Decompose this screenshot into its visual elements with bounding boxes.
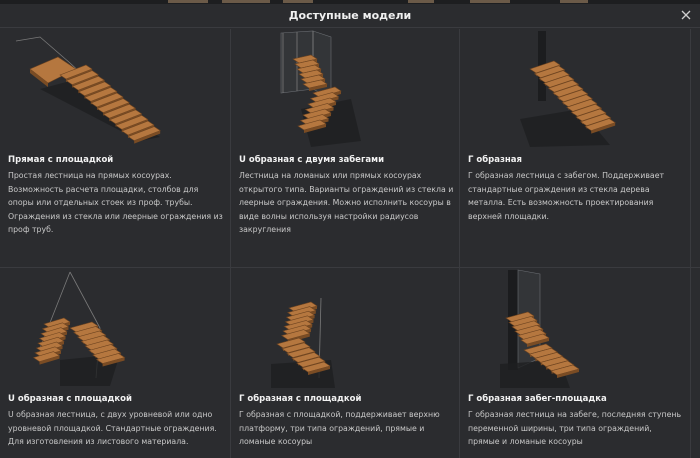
model-description: Г образная с площадкой, поддерживает вер… (239, 410, 440, 446)
model-thumbnail (231, 29, 460, 149)
close-icon[interactable] (679, 8, 693, 22)
model-title: Г образная с площадкой (239, 394, 362, 404)
model-thumbnail (0, 29, 229, 149)
model-title: U образная с двумя забегами (239, 155, 385, 165)
model-title: Г образная (468, 155, 522, 165)
model-description: U образная лестница, с двух уровневой ил… (8, 410, 217, 446)
model-description: Г образная лестница на забеге, последняя… (468, 410, 682, 446)
model-title: U образная с площадкой (8, 394, 132, 404)
dialog-title: Доступные модели (288, 9, 412, 22)
models-dialog: Доступные модели Прямая с площадкой Прос… (0, 4, 700, 458)
model-thumbnail (0, 268, 229, 388)
model-thumbnail (460, 29, 689, 149)
model-title: Прямая с площадкой (8, 155, 114, 165)
model-description: Простая лестница на прямых косоурах. Воз… (8, 171, 223, 234)
model-thumbnail (231, 268, 460, 388)
model-description: Г образная лестница с забегом. Поддержив… (468, 171, 665, 221)
model-description: Лестница на ломаных или прямых косоурах … (239, 171, 454, 234)
model-title: Г образная забег-площадка (468, 394, 607, 404)
models-grid: Прямая с площадкой Простая лестница на п… (0, 29, 700, 458)
model-thumbnail (460, 268, 689, 388)
dialog-header: Доступные модели (0, 4, 700, 28)
